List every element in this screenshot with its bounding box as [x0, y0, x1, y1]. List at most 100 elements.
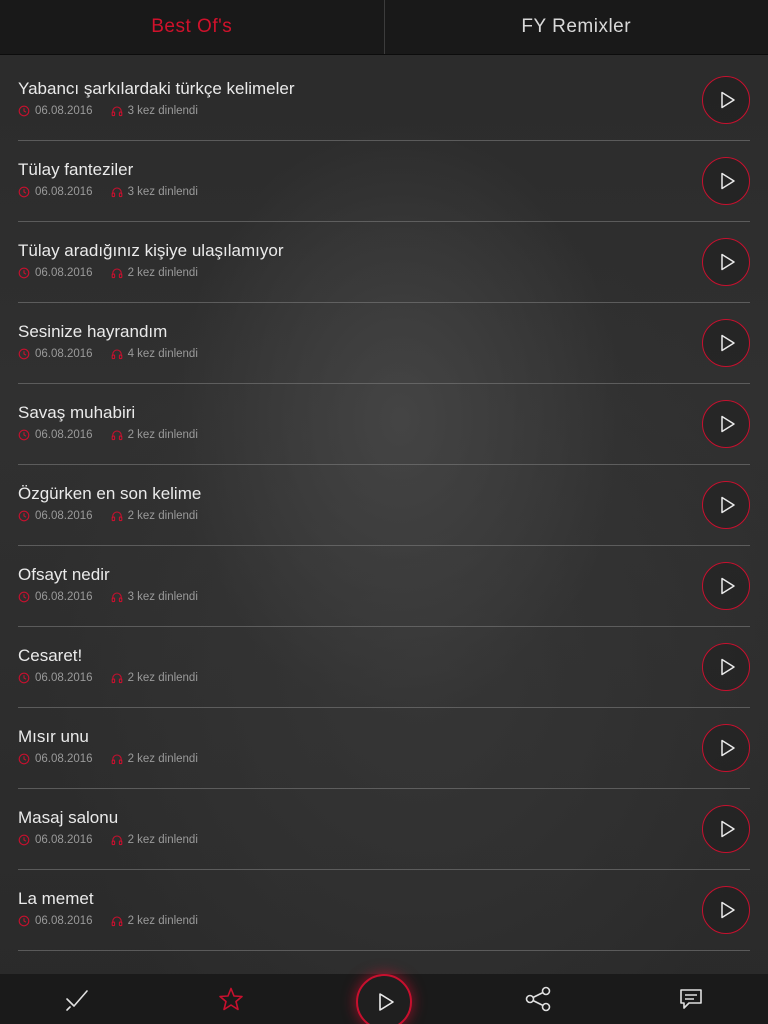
list-item[interactable]: Sesinize hayrandım 06.08.2016 4 kez dinl…: [18, 303, 750, 384]
track-play-button[interactable]: [702, 724, 750, 772]
track-meta: 06.08.2016 2 kez dinlendi: [18, 510, 198, 522]
date-group: 06.08.2016: [18, 348, 93, 360]
track-title: Mısır unu: [18, 727, 89, 746]
list-item[interactable]: Savaş muhabiri 06.08.2016 2 kez dinlendi: [18, 384, 750, 465]
list-item[interactable]: Yabancı şarkılardaki türkçe kelimeler 06…: [18, 60, 750, 141]
track-play-button[interactable]: [702, 562, 750, 610]
play-icon: [720, 739, 735, 757]
play-icon: [720, 253, 735, 271]
play-count: 3 kez dinlendi: [127, 186, 198, 198]
play-icon: [720, 658, 735, 676]
clock-icon: [18, 591, 30, 603]
play-count: 2 kez dinlendi: [127, 834, 198, 846]
play-icon: [720, 415, 735, 433]
plays-group: 2 kez dinlendi: [111, 834, 198, 846]
date-group: 06.08.2016: [18, 510, 93, 522]
date-group: 06.08.2016: [18, 429, 93, 441]
track-play-button[interactable]: [702, 319, 750, 367]
headphones-icon: [111, 349, 122, 360]
plays-group: 3 kez dinlendi: [111, 591, 198, 603]
date-group: 06.08.2016: [18, 105, 93, 117]
plays-group: 2 kez dinlendi: [111, 753, 198, 765]
list-item[interactable]: Masaj salonu 06.08.2016 2 kez dinlendi: [18, 789, 750, 870]
list-item[interactable]: Mısır unu 06.08.2016 2 kez dinlendi: [18, 708, 750, 789]
track-list: Yabancı şarkılardaki türkçe kelimeler 06…: [18, 60, 750, 951]
play-icon: [720, 172, 735, 190]
plays-group: 2 kez dinlendi: [111, 267, 198, 279]
tab-bar: Best Of's FY Remixler: [0, 0, 768, 55]
date-group: 06.08.2016: [18, 267, 93, 279]
tab-fy-remixler[interactable]: FY Remixler: [383, 0, 768, 54]
clock-icon: [18, 267, 30, 279]
list-item[interactable]: Özgürken en son kelime 06.08.2016 2 kez …: [18, 465, 750, 546]
track-play-button[interactable]: [702, 643, 750, 691]
list-item[interactable]: La memet 06.08.2016 2 kez dinlendi: [18, 870, 750, 951]
track-play-button[interactable]: [702, 238, 750, 286]
track-meta: 06.08.2016 3 kez dinlendi: [18, 591, 198, 603]
headphones-icon: [111, 511, 122, 522]
play-icon: [720, 577, 735, 595]
track-meta: 06.08.2016 4 kez dinlendi: [18, 348, 198, 360]
play-count: 2 kez dinlendi: [127, 753, 198, 765]
track-date: 06.08.2016: [35, 267, 93, 279]
play-count: 3 kez dinlendi: [127, 591, 198, 603]
headphones-icon: [111, 268, 122, 279]
play-count: 2 kez dinlendi: [127, 915, 198, 927]
star-icon[interactable]: [216, 984, 246, 1014]
play-count: 2 kez dinlendi: [127, 429, 198, 441]
list-item[interactable]: Tülay aradığınız kişiye ulaşılamıyor 06.…: [18, 222, 750, 303]
plays-group: 2 kez dinlendi: [111, 915, 198, 927]
share-icon[interactable]: [523, 984, 553, 1014]
headphones-icon: [111, 592, 122, 603]
track-play-button[interactable]: [702, 886, 750, 934]
headphones-icon: [111, 916, 122, 927]
play-icon: [720, 901, 735, 919]
track-date: 06.08.2016: [35, 186, 93, 198]
track-play-button[interactable]: [702, 400, 750, 448]
clock-icon: [18, 834, 30, 846]
play-icon: [720, 91, 735, 109]
track-title: Sesinize hayrandım: [18, 322, 168, 341]
list-item[interactable]: Cesaret! 06.08.2016 2 kez dinlendi: [18, 627, 750, 708]
play-count: 4 kez dinlendi: [127, 348, 198, 360]
track-meta: 06.08.2016 3 kez dinlendi: [18, 105, 198, 117]
center-play-button[interactable]: [356, 974, 412, 1024]
clock-icon: [18, 429, 30, 441]
track-play-button[interactable]: [702, 805, 750, 853]
track-title: Özgürken en son kelime: [18, 484, 202, 503]
app-root: Best Of's FY Remixler Yabancı şarkılarda…: [0, 0, 768, 1024]
date-group: 06.08.2016: [18, 915, 93, 927]
headphones-icon: [111, 673, 122, 684]
track-play-button[interactable]: [702, 157, 750, 205]
track-meta: 06.08.2016 2 kez dinlendi: [18, 753, 198, 765]
track-play-button[interactable]: [702, 76, 750, 124]
track-date: 06.08.2016: [35, 510, 93, 522]
track-date: 06.08.2016: [35, 915, 93, 927]
plays-group: 2 kez dinlendi: [111, 510, 198, 522]
track-title: Savaş muhabiri: [18, 403, 136, 422]
play-count: 2 kez dinlendi: [127, 267, 198, 279]
play-icon: [720, 496, 735, 514]
track-meta: 06.08.2016 2 kez dinlendi: [18, 834, 198, 846]
play-count: 2 kez dinlendi: [127, 672, 198, 684]
track-meta: 06.08.2016 2 kez dinlendi: [18, 267, 198, 279]
play-count: 3 kez dinlendi: [127, 105, 198, 117]
track-date: 06.08.2016: [35, 753, 93, 765]
check-icon[interactable]: [62, 984, 92, 1014]
track-title: Ofsayt nedir: [18, 565, 110, 584]
headphones-icon: [111, 754, 122, 765]
tab-best-ofs[interactable]: Best Of's: [0, 0, 384, 54]
list-item[interactable]: Ofsayt nedir 06.08.2016 3 kez dinlendi: [18, 546, 750, 627]
clock-icon: [18, 348, 30, 360]
headphones-icon: [111, 430, 122, 441]
plays-group: 3 kez dinlendi: [111, 186, 198, 198]
track-title: Tülay fanteziler: [18, 160, 134, 179]
list-item[interactable]: Tülay fanteziler 06.08.2016 3 kez dinlen…: [18, 141, 750, 222]
clock-icon: [18, 672, 30, 684]
clock-icon: [18, 915, 30, 927]
play-icon: [720, 820, 735, 838]
track-meta: 06.08.2016 3 kez dinlendi: [18, 186, 198, 198]
track-play-button[interactable]: [702, 481, 750, 529]
comment-icon[interactable]: [676, 984, 706, 1014]
play-icon: [720, 334, 735, 352]
